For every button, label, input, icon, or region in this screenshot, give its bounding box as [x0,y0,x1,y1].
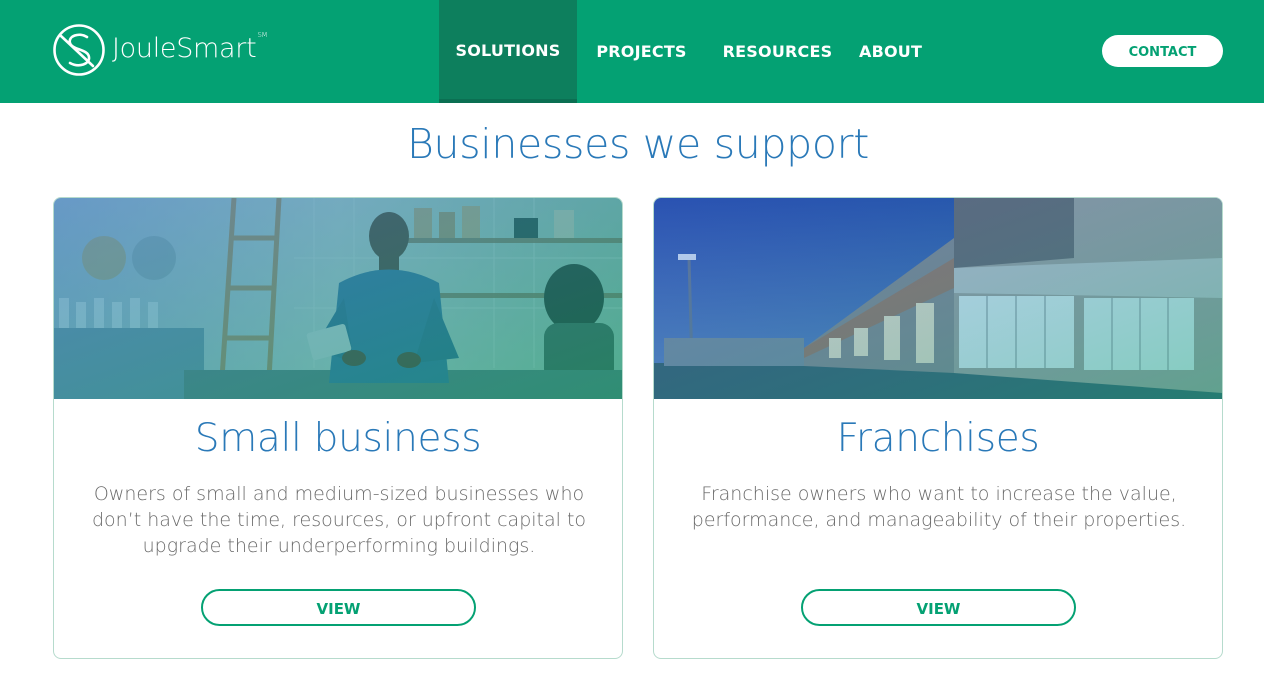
card-small-business: Small business Owners of small and mediu… [53,197,623,659]
section-title: Businesses we support [406,120,870,168]
main-nav: SOLUTIONS PROJECTS RESOURCES ABOUT [439,0,952,103]
joulesmart-logo[interactable]: JouleSmartSM [52,22,268,78]
nav-item-about[interactable]: ABOUT [849,0,952,103]
strip-mall-photo [654,198,1222,399]
card-description: Owners of small and medium-sized busines… [91,483,587,557]
contact-button[interactable]: CONTACT [1102,35,1223,67]
card-title: Franchises [836,416,1040,461]
card-description: Franchise owners who want to increase th… [691,483,1187,531]
site-header: JouleSmartSM SOLUTIONS PROJECTS RESOURCE… [0,0,1264,103]
man-with-tablet-photo [54,198,622,399]
logo-wordmark: JouleSmartSM [112,30,268,64]
card-title: Small business [194,416,482,461]
nav-item-solutions[interactable]: SOLUTIONS [439,0,577,103]
small-business-image [54,198,622,399]
franchises-view-button[interactable]: VIEW [801,589,1076,626]
service-mark: SM [257,30,268,39]
franchises-image [654,198,1222,399]
nav-item-resources[interactable]: RESOURCES [706,0,849,103]
small-business-view-button[interactable]: VIEW [201,589,476,626]
card-franchises: Franchises Franchise owners who want to … [653,197,1223,659]
joulesmart-logo-icon [53,24,105,76]
nav-item-projects[interactable]: PROJECTS [577,0,706,103]
